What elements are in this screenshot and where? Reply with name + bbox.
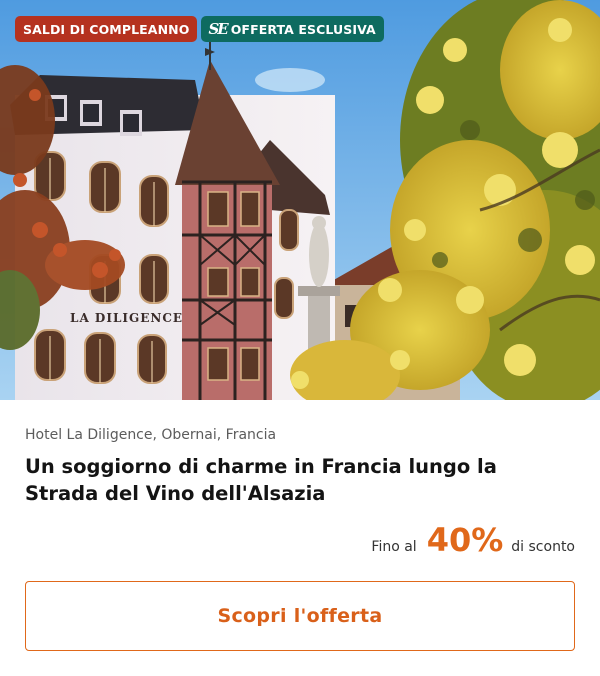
discount-block: Fino al 40% di sconto: [25, 521, 575, 559]
hotel-sign: LA DILIGENCE: [70, 311, 183, 325]
badge-group: SALDI DI COMPLEANNO SE OFFERTA ESCLUSIVA: [15, 16, 384, 42]
discover-offer-button[interactable]: Scopri l'offerta: [25, 581, 575, 651]
offer-title[interactable]: Un soggiorno di charme in Francia lungo …: [25, 453, 575, 507]
discount-prefix: Fino al: [371, 539, 417, 555]
discount-value: 40%: [426, 521, 504, 559]
exclusive-offer-badge: SE OFFERTA ESCLUSIVA: [201, 16, 384, 42]
exclusive-offer-label: OFFERTA ESCLUSIVA: [230, 21, 376, 37]
discount-suffix: di sconto: [511, 539, 575, 555]
discover-offer-label: Scopri l'offerta: [217, 605, 383, 627]
hero-image[interactable]: LA DILIGENCE SALDI DI COMPLEANNO SE OFFE…: [0, 0, 600, 400]
offer-details: Hotel La Diligence, Obernai, Francia Un …: [25, 400, 575, 559]
offer-card[interactable]: LA DILIGENCE SALDI DI COMPLEANNO SE OFFE…: [0, 0, 600, 676]
hotel-photo: LA DILIGENCE: [0, 0, 600, 400]
birthday-sale-badge: SALDI DI COMPLEANNO: [15, 16, 198, 42]
secret-escapes-logo-icon: SE: [208, 20, 228, 38]
offer-location: Hotel La Diligence, Obernai, Francia: [25, 427, 277, 443]
birthday-sale-label: SALDI DI COMPLEANNO: [23, 21, 190, 37]
